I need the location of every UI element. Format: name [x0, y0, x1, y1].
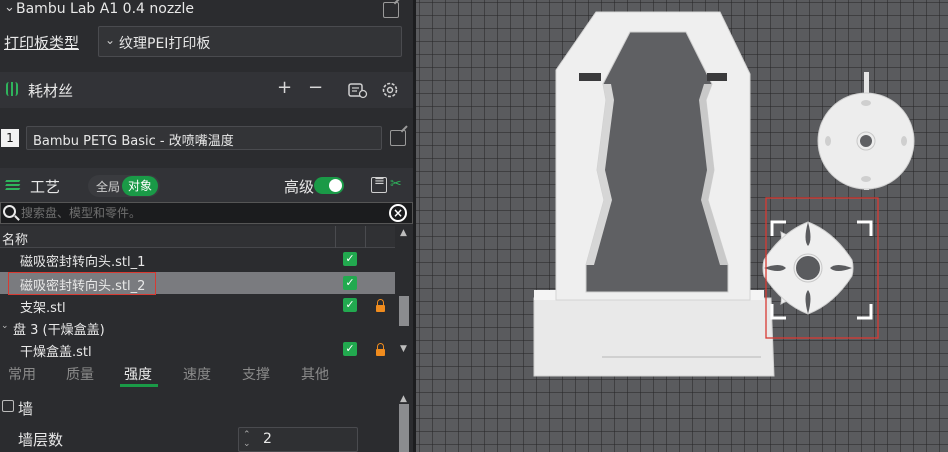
settings-tabs: 常用 质量 强度 速度 支撑 其他 [0, 360, 413, 388]
search-bar: × [0, 202, 413, 224]
search-input[interactable] [21, 205, 381, 221]
scrollbar[interactable]: ▲ ▼ [397, 226, 411, 358]
tab-quality[interactable]: 质量 [66, 364, 94, 384]
object-list: 名称 磁吸密封转向头.stl_1 ✓ 磁吸密封转向头.stl_2 ✓ 支架.st… [0, 226, 413, 360]
scrollbar-thumb[interactable] [399, 296, 409, 326]
filament-title: 耗材丝 [28, 82, 74, 100]
add-filament-button[interactable]: + [277, 77, 292, 98]
column-divider [365, 226, 366, 248]
tab-common[interactable]: 常用 [8, 364, 36, 384]
list-item-group[interactable]: ⌄ 盘 3 (干燥盒盖) [0, 316, 395, 338]
object-name: 磁吸密封转向头.stl_1 [20, 255, 146, 270]
column-name[interactable]: 名称 [2, 229, 28, 248]
checkbox-checked[interactable]: ✓ [343, 342, 357, 356]
search-icon [3, 205, 16, 218]
column-divider [335, 226, 336, 248]
left-panel: ⌄ Bambu Lab A1 0.4 nozzle 打印板类型 ⌄ 纹理PEI打… [0, 0, 413, 452]
gear-icon[interactable] [381, 81, 399, 99]
tools-icon[interactable]: ✂ [390, 176, 402, 192]
3d-viewport[interactable] [416, 0, 948, 452]
plate-group-name: 盘 3 (干燥盒盖) [13, 323, 105, 338]
filament-select[interactable]: Bambu PETG Basic - 改喷嘴温度 [26, 126, 382, 150]
chevron-down-icon[interactable]: ⌄ [1, 321, 9, 331]
plate-type-value: 纹理PEI打印板 [119, 36, 211, 52]
global-option[interactable]: 全局 [96, 178, 120, 195]
filament-section-header: 耗材丝 + − [0, 72, 413, 108]
wall-layers-label: 墙层数 [18, 431, 64, 449]
filament-icon [6, 82, 18, 96]
global-object-switch[interactable]: 全局 对象 [88, 175, 160, 197]
scrollbar[interactable]: ▲ [397, 392, 411, 452]
scroll-up-icon[interactable]: ▲ [400, 394, 407, 404]
checkbox-checked[interactable]: ✓ [343, 276, 357, 290]
tab-speed[interactable]: 速度 [183, 364, 211, 384]
process-section-header: 工艺 全局 对象 高级 ✂ [0, 168, 413, 204]
advanced-label: 高级 [284, 178, 315, 196]
filament-settings-icon[interactable] [348, 81, 368, 99]
selection-highlight [8, 272, 156, 295]
list-item[interactable]: 干燥盒盖.stl ✓ [0, 338, 395, 360]
scroll-up-icon[interactable]: ▲ [400, 228, 407, 238]
spin-arrows-icon[interactable]: ⌃ ⌄ [243, 431, 251, 449]
wall-layers-value: 2 [263, 431, 272, 447]
list-icon[interactable] [371, 174, 387, 193]
wall-title: 墙 [18, 400, 34, 418]
edit-icon[interactable] [390, 130, 406, 146]
wall-layers-input[interactable]: ⌃ ⌄ 2 [238, 427, 358, 452]
list-item[interactable]: 磁吸密封转向头.stl_1 ✓ [0, 248, 395, 270]
object-option[interactable]: 对象 [122, 176, 158, 196]
printer-name: Bambu Lab A1 0.4 nozzle [16, 1, 195, 17]
plate-type-select[interactable]: ⌄ 纹理PEI打印板 [98, 26, 402, 57]
edit-icon[interactable] [383, 2, 399, 18]
filament-index-badge[interactable]: 1 [1, 129, 19, 147]
object-name: 支架.stl [20, 301, 66, 316]
wall-section-header: 墙 [0, 392, 413, 424]
chevron-down-icon: ⌄ [4, 0, 15, 15]
seal-head-model-selected[interactable] [760, 220, 856, 316]
list-item[interactable]: 支架.stl ✓ [0, 294, 395, 316]
wall-icon [2, 400, 14, 412]
chevron-down-icon: ⌄ [105, 33, 116, 47]
scroll-down-icon[interactable]: ▼ [400, 344, 407, 354]
scrollbar-thumb[interactable] [399, 404, 409, 452]
tab-others[interactable]: 其他 [301, 364, 329, 384]
parts-models [760, 72, 915, 339]
lock-icon[interactable] [376, 299, 385, 312]
tab-strength[interactable]: 强度 [124, 364, 152, 384]
active-tab-indicator [120, 384, 158, 387]
filament-name: Bambu PETG Basic - 改喷嘴温度 [33, 134, 234, 149]
process-title: 工艺 [30, 178, 61, 196]
object-list-header: 名称 [0, 226, 395, 248]
advanced-toggle[interactable] [314, 177, 344, 194]
disc-model[interactable] [817, 72, 915, 190]
layers-icon [5, 179, 21, 191]
checkbox-checked[interactable]: ✓ [343, 252, 357, 266]
tab-support[interactable]: 支撑 [242, 364, 270, 384]
plate-type-label[interactable]: 打印板类型 [4, 32, 79, 53]
filament-row: 1 Bambu PETG Basic - 改喷嘴温度 [0, 118, 413, 158]
remove-filament-button[interactable]: − [308, 77, 323, 98]
checkbox-checked[interactable]: ✓ [343, 298, 357, 312]
printer-selector[interactable]: ⌄ Bambu Lab A1 0.4 nozzle [0, 0, 413, 24]
lock-icon[interactable] [376, 343, 385, 356]
close-icon[interactable]: × [389, 204, 407, 222]
object-name: 干燥盒盖.stl [20, 345, 92, 360]
